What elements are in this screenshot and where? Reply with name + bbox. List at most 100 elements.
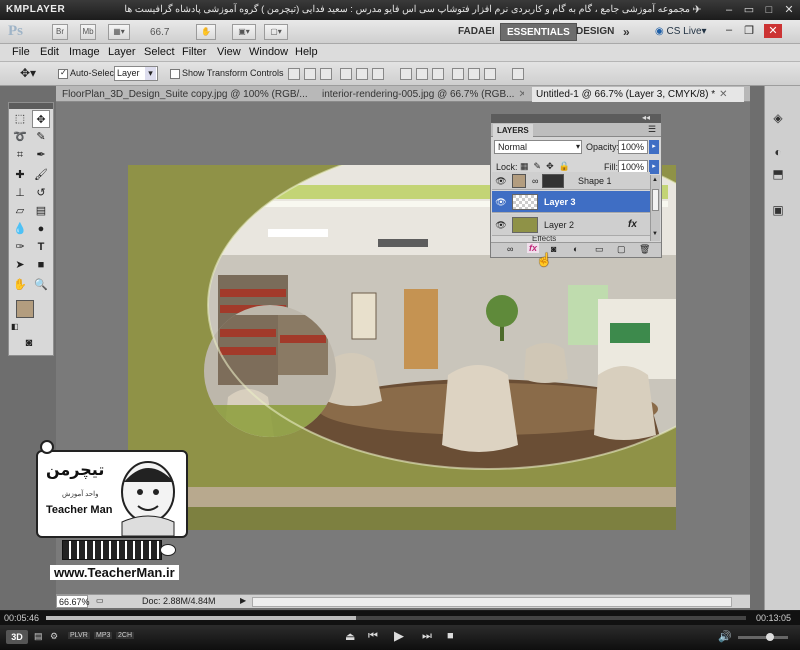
layer-row-layer-3[interactable]: 👁 Layer 3 xyxy=(492,191,650,213)
volume-icon[interactable]: 🔊 xyxy=(718,630,732,643)
layer-row-shape-1[interactable]: 👁 ∞ Shape 1 xyxy=(492,172,650,190)
tab-floorplan[interactable]: FloorPlan_3D_Design_Suite copy.jpg @ 100… xyxy=(58,87,308,102)
settings-icon[interactable]: ⚙ xyxy=(50,631,58,642)
ps-minimize-icon[interactable]: – xyxy=(722,24,736,38)
quick-select-tool-icon[interactable]: ✎ xyxy=(32,128,50,146)
stop-icon[interactable]: ■ xyxy=(447,630,454,642)
mini-bridge-button[interactable]: Mb xyxy=(80,24,96,40)
align-left-icon[interactable] xyxy=(340,68,352,80)
move-tool-preset-icon[interactable]: ✥▾ xyxy=(20,66,36,80)
link-layers-icon[interactable]: ∞ xyxy=(507,244,513,254)
lock-all-icon[interactable]: 🔒 xyxy=(559,161,575,171)
foreground-color-swatch[interactable] xyxy=(16,300,34,318)
status-menu-icon[interactable]: ▶ xyxy=(240,596,246,605)
menu-filter[interactable]: Filter xyxy=(182,46,206,58)
status-zoom[interactable]: 66.67% xyxy=(56,595,90,608)
ps-close-icon[interactable]: ✕ xyxy=(764,24,782,38)
adjustments-panel-icon[interactable]: ◐ xyxy=(770,144,786,160)
previous-icon[interactable]: ⏮ xyxy=(368,630,378,643)
auto-select-dropdown[interactable]: Layer ▾ xyxy=(114,66,158,81)
lock-icons[interactable]: ▦✎✥🔒 xyxy=(520,161,575,172)
distribute-hcenter-icon[interactable] xyxy=(468,68,480,80)
distribute-left-icon[interactable] xyxy=(452,68,464,80)
next-icon[interactable]: ⏭ xyxy=(422,630,432,643)
tab-interior-rendering[interactable]: interior-rendering-005.jpg @ 66.7% (RGB.… xyxy=(318,87,524,102)
layer-row-layer-2[interactable]: 👁 Layer 2 fx xyxy=(492,214,650,236)
align-vcenter-icon[interactable] xyxy=(304,68,316,80)
layers-tab[interactable]: LAYERS xyxy=(493,124,533,137)
more-workspaces-icon[interactable]: » xyxy=(617,23,636,41)
eye-icon[interactable]: 👁 xyxy=(494,172,508,190)
distribute-right-icon[interactable] xyxy=(484,68,496,80)
default-colors-icon[interactable]: ◧ xyxy=(11,322,19,331)
align-hcenter-icon[interactable] xyxy=(356,68,368,80)
gradient-tool-icon[interactable]: ▤ xyxy=(32,202,50,220)
extras-button[interactable]: ▦▾ xyxy=(108,24,130,40)
eyedropper-tool-icon[interactable]: ✒ xyxy=(32,146,50,164)
panel-menu-icon[interactable]: ☰ xyxy=(648,124,656,135)
menu-select[interactable]: Select xyxy=(144,46,175,58)
auto-select-checkbox[interactable]: ✓ xyxy=(58,68,68,79)
eye-icon[interactable]: 👁 xyxy=(494,191,508,213)
mini-bridge-panel-icon[interactable]: ▣ xyxy=(770,202,786,218)
distribute-bottom-icon[interactable] xyxy=(432,68,444,80)
menu-help[interactable]: Help xyxy=(295,46,318,58)
fx-badge[interactable]: fx xyxy=(628,214,637,236)
zoom-level[interactable]: 66.7 xyxy=(150,27,169,38)
show-transform-checkbox[interactable] xyxy=(170,69,180,79)
eraser-tool-icon[interactable]: ▱ xyxy=(11,202,29,220)
clone-stamp-tool-icon[interactable]: ⊥ xyxy=(11,184,29,202)
lock-image-icon[interactable]: ✎ xyxy=(534,161,547,171)
path-selection-tool-icon[interactable]: ➤ xyxy=(11,256,29,274)
cs-live-button[interactable]: ◉ CS Live▾ xyxy=(655,26,707,37)
pen-tool-icon[interactable]: ✑ xyxy=(11,238,29,256)
align-bottom-icon[interactable] xyxy=(320,68,332,80)
color-panel-icon[interactable]: ◈ xyxy=(770,110,786,126)
scroll-thumb[interactable] xyxy=(652,189,659,211)
blend-mode-dropdown[interactable]: Normal ▾ xyxy=(494,140,582,154)
rectangle-tool-icon[interactable]: ■ xyxy=(32,256,50,274)
new-group-icon[interactable]: ▭ xyxy=(595,244,604,255)
delete-layer-icon[interactable]: 🗑 xyxy=(639,244,650,255)
eye-icon[interactable]: 👁 xyxy=(494,214,508,236)
workspace-essentials[interactable]: ESSENTIALS xyxy=(500,23,577,41)
menu-layer[interactable]: Layer xyxy=(108,46,136,58)
menu-file[interactable]: File xyxy=(12,46,30,58)
playlist-icon[interactable]: ▤ xyxy=(34,631,43,642)
scroll-up-icon[interactable]: ▲ xyxy=(652,177,658,183)
align-right-icon[interactable] xyxy=(372,68,384,80)
healing-brush-tool-icon[interactable]: ✚ xyxy=(11,166,29,184)
distribute-vcenter-icon[interactable] xyxy=(416,68,428,80)
restore-icon[interactable]: ▭ xyxy=(742,3,756,17)
brush-tool-icon[interactable]: 🖌 xyxy=(32,166,50,184)
seek-bar[interactable] xyxy=(46,616,746,620)
blur-tool-icon[interactable]: 💧 xyxy=(11,220,29,238)
auto-align-icon[interactable] xyxy=(512,68,524,80)
collapse-panel-icon[interactable]: ◂◂ xyxy=(642,113,650,122)
status-info-icon[interactable]: ▭ xyxy=(96,596,104,605)
close-tab-icon[interactable]: ✕ xyxy=(719,89,727,100)
pin-icon[interactable]: ✈ xyxy=(690,3,704,17)
quick-mask-icon[interactable]: ◙ xyxy=(20,334,38,352)
move-tool-icon[interactable]: ✥ xyxy=(32,110,50,128)
fill-slider-button[interactable]: ▸ xyxy=(649,160,659,174)
new-adjustment-layer-icon[interactable]: ◐ xyxy=(573,244,578,254)
workspace-design[interactable]: DESIGN xyxy=(570,23,620,41)
lasso-tool-icon[interactable]: ➰ xyxy=(11,128,29,146)
eject-icon[interactable]: ⏏ xyxy=(345,630,355,643)
scroll-down-icon[interactable]: ▼ xyxy=(652,231,658,237)
lock-transparent-icon[interactable]: ▦ xyxy=(520,161,534,171)
menu-window[interactable]: Window xyxy=(249,46,288,58)
rectangular-marquee-tool-icon[interactable]: ⬚ xyxy=(11,110,29,128)
workspace-fadaei[interactable]: FADAEI xyxy=(452,23,501,41)
hand-tool-button[interactable]: ✋ xyxy=(196,24,216,40)
screen-mode-button[interactable]: ▢▾ xyxy=(264,24,288,40)
history-brush-tool-icon[interactable]: ↺ xyxy=(32,184,50,202)
close-icon[interactable]: ✕ xyxy=(782,3,796,17)
crop-tool-icon[interactable]: ⌗ xyxy=(11,146,29,164)
dodge-tool-icon[interactable]: ● xyxy=(32,220,50,238)
hand-tool-icon[interactable]: ✋ xyxy=(11,276,29,294)
distribute-top-icon[interactable] xyxy=(400,68,412,80)
play-icon[interactable]: ▶ xyxy=(394,628,404,644)
opacity-input[interactable]: 100% xyxy=(618,140,648,154)
